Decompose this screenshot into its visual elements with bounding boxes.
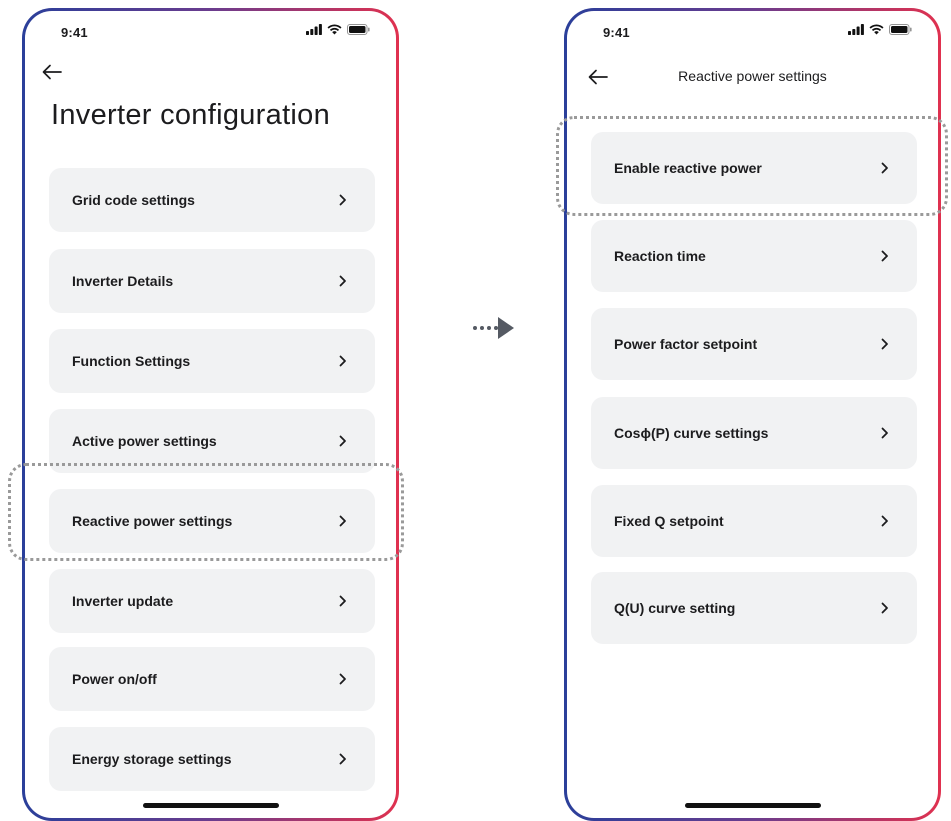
chevron-right-icon: [339, 753, 347, 765]
menu-item-label: Energy storage settings: [72, 751, 232, 767]
menu-item-label: Reaction time: [614, 248, 706, 264]
menu-item-active-power-settings[interactable]: Active power settings: [49, 409, 375, 473]
status-time: 9:41: [603, 25, 630, 40]
chevron-right-icon: [339, 673, 347, 685]
chevron-right-icon: [881, 602, 889, 614]
battery-icon: [889, 24, 912, 35]
status-time: 9:41: [61, 25, 88, 40]
menu-item-enable-reactive-power[interactable]: Enable reactive power: [591, 132, 917, 204]
menu-item-grid-code-settings[interactable]: Grid code settings: [49, 168, 375, 232]
menu-item-reaction-time[interactable]: Reaction time: [591, 220, 917, 292]
chevron-right-icon: [881, 338, 889, 350]
chevron-right-icon: [881, 162, 889, 174]
menu-item-label: Enable reactive power: [614, 160, 762, 176]
chevron-right-icon: [339, 515, 347, 527]
page-title: Reactive power settings: [678, 68, 827, 84]
chevron-right-icon: [339, 435, 347, 447]
phone-screen-reactive-power-settings: 9:41 Reactive power settings Enable reac…: [564, 8, 941, 821]
menu-item-label: Function Settings: [72, 353, 191, 369]
cellular-signal-icon: [848, 24, 864, 35]
chevron-right-icon: [881, 515, 889, 527]
chevron-right-icon: [339, 355, 347, 367]
menu-item-label: Cosϕ(P) curve settings: [614, 425, 769, 441]
menu-item-label: Q(U) curve setting: [614, 600, 736, 616]
chevron-right-icon: [881, 250, 889, 262]
chevron-right-icon: [339, 595, 347, 607]
home-indicator[interactable]: [684, 803, 821, 808]
cellular-signal-icon: [306, 24, 322, 35]
menu-item-function-settings[interactable]: Function Settings: [49, 329, 375, 393]
menu-item-label: Active power settings: [72, 433, 217, 449]
menu-item-reactive-power-settings[interactable]: Reactive power settings: [49, 489, 375, 553]
status-icons: [848, 24, 912, 35]
chevron-right-icon: [339, 275, 347, 287]
chevron-right-icon: [339, 194, 347, 206]
battery-icon: [347, 24, 370, 35]
page-title: Inverter configuration: [51, 99, 331, 131]
flow-arrow-icon: [472, 316, 516, 340]
menu-item-fixed-q-setpoint[interactable]: Fixed Q setpoint: [591, 485, 917, 557]
menu-item-label: Power factor setpoint: [614, 336, 758, 352]
menu-item-inverter-update[interactable]: Inverter update: [49, 569, 375, 633]
menu-item-q-u-curve-setting[interactable]: Q(U) curve setting: [591, 572, 917, 644]
status-bar: 9:41: [25, 11, 396, 51]
menu-item-power-factor-setpoint[interactable]: Power factor setpoint: [591, 308, 917, 380]
menu-item-label: Fixed Q setpoint: [614, 513, 724, 529]
menu-item-label: Inverter Details: [72, 273, 174, 289]
home-indicator[interactable]: [142, 803, 279, 808]
menu-item-label: Grid code settings: [72, 192, 195, 208]
menu-item-label: Inverter update: [72, 593, 174, 609]
status-icons: [306, 24, 370, 35]
wifi-icon: [869, 24, 884, 35]
back-arrow-icon[interactable]: [41, 63, 63, 81]
menu-item-energy-storage-settings[interactable]: Energy storage settings: [49, 727, 375, 791]
menu-item-power-on-off[interactable]: Power on/off: [49, 647, 375, 711]
chevron-right-icon: [881, 427, 889, 439]
menu-item-inverter-details[interactable]: Inverter Details: [49, 249, 375, 313]
menu-item-cos-phi-p-curve-settings[interactable]: Cosϕ(P) curve settings: [591, 397, 917, 469]
menu-item-label: Power on/off: [72, 671, 157, 687]
status-bar: 9:41: [567, 11, 938, 51]
wifi-icon: [327, 24, 342, 35]
phone-screen-inverter-configuration: 9:41 Inverter configuration Grid code se…: [22, 8, 399, 821]
menu-item-label: Reactive power settings: [72, 513, 233, 529]
